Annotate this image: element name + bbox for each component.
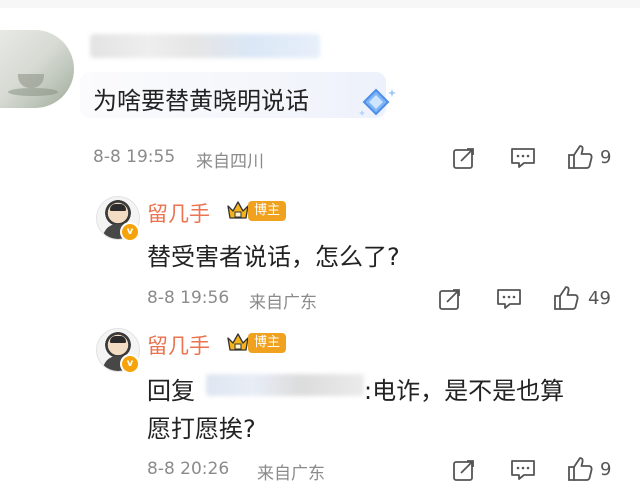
like-count: 9 <box>600 459 612 480</box>
reply-text-line1: :电诈，是不是也算 <box>364 377 565 405</box>
crown-icon <box>226 198 249 220</box>
commenter-name-blurred[interactable] <box>90 34 320 58</box>
commenter-avatar[interactable] <box>0 30 74 108</box>
reply-location: 来自广东 <box>257 464 325 484</box>
thumbs-up-icon[interactable] <box>566 143 594 175</box>
thumbs-up-icon[interactable] <box>552 284 580 316</box>
comment-location: 来自四川 <box>196 152 264 172</box>
crown-icon <box>226 330 249 352</box>
host-badge: 博主 <box>248 333 287 353</box>
reply-time: 8-8 20:26 <box>147 459 230 479</box>
top-divider <box>0 0 640 8</box>
comment-text: 为啥要替黄晓明说话 <box>93 87 309 115</box>
mention-blurred[interactable] <box>206 374 364 396</box>
like-count: 49 <box>588 288 611 309</box>
verified-icon: v <box>120 222 140 242</box>
comment-icon[interactable] <box>510 458 536 486</box>
reply-text: 替受害者说话，怎么了? <box>147 243 400 271</box>
host-badge: 博主 <box>248 201 287 221</box>
share-icon[interactable] <box>438 287 462 315</box>
thumbs-up-icon[interactable] <box>566 455 594 487</box>
reply-time: 8-8 19:56 <box>147 288 230 308</box>
reply-prefix: 回复 <box>147 377 195 405</box>
verified-icon: v <box>120 354 140 374</box>
share-icon[interactable] <box>452 458 476 486</box>
share-icon[interactable] <box>452 146 476 174</box>
reply-username[interactable]: 留几手 <box>147 198 210 228</box>
like-count: 9 <box>600 147 612 168</box>
reply-text-line2: 愿打愿挨? <box>147 415 256 443</box>
comment-icon[interactable] <box>496 287 522 315</box>
diamond-icon <box>358 86 398 120</box>
reply-location: 来自广东 <box>249 293 317 313</box>
reply-username[interactable]: 留几手 <box>147 330 210 360</box>
comment-icon[interactable] <box>510 146 536 174</box>
comment-time: 8-8 19:55 <box>93 147 176 167</box>
